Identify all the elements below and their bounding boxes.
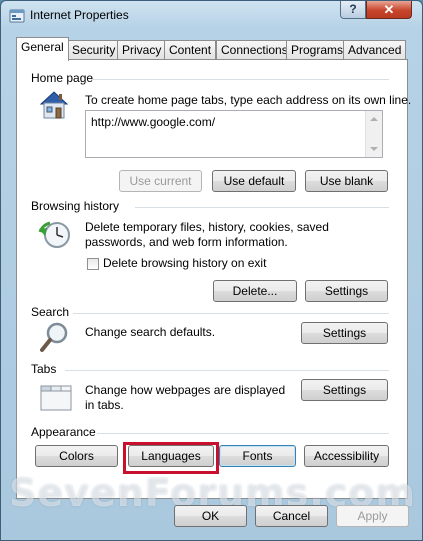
history-settings-button[interactable]: Settings [305, 280, 388, 302]
delete-history-button[interactable]: Delete... [213, 280, 297, 302]
home-page-heading: Home page [31, 71, 94, 85]
home-page-url-value: http://www.google.com/ [91, 115, 216, 129]
tab-security[interactable]: Security [67, 40, 121, 59]
ok-button[interactable]: OK [174, 505, 247, 527]
tabs-heading: Tabs [31, 362, 57, 376]
tab-privacy[interactable]: Privacy [117, 40, 167, 59]
cancel-button[interactable]: Cancel [255, 505, 328, 527]
title-bar[interactable]: Internet Properties ? ✕ [1, 1, 422, 31]
fonts-button[interactable]: Fonts [219, 445, 296, 467]
internet-properties-dialog: Internet Properties ? ✕ General Security… [0, 0, 423, 541]
tabs-description: Change how webpages are displayed in tab… [85, 383, 286, 412]
scroll-down-icon[interactable] [370, 147, 378, 151]
colors-button[interactable]: Colors [35, 445, 118, 467]
search-magnifier-icon [39, 320, 71, 354]
tab-content[interactable]: Content [164, 40, 217, 59]
delete-history-on-exit-label[interactable]: Delete browsing history on exit [103, 256, 266, 271]
tabs-separator [65, 370, 389, 371]
browsing-history-separator [135, 207, 389, 208]
window-title: Internet Properties [30, 8, 129, 22]
help-button[interactable]: ? [340, 1, 366, 19]
tab-advanced[interactable]: Advanced [343, 40, 407, 59]
home-page-description: To create home page tabs, type each addr… [85, 93, 412, 107]
history-clock-icon [38, 218, 72, 252]
home-icon [37, 88, 71, 122]
tabs-window-icon [39, 380, 73, 414]
search-separator [73, 313, 389, 314]
ie-app-icon [9, 8, 25, 24]
tab-connections[interactable]: Connections [216, 40, 293, 59]
appearance-heading: Appearance [31, 425, 96, 439]
use-blank-button[interactable]: Use blank [305, 170, 388, 192]
tabs-settings-button[interactable]: Settings [301, 379, 388, 401]
search-heading: Search [31, 305, 70, 319]
url-scrollbar[interactable] [365, 111, 382, 157]
accessibility-button[interactable]: Accessibility [304, 445, 389, 467]
browsing-history-description: Delete temporary files, history, cookies… [85, 220, 329, 249]
browsing-history-heading: Browsing history [31, 199, 120, 213]
appearance-separator [97, 433, 389, 434]
scroll-up-icon[interactable] [370, 117, 378, 121]
search-description: Change search defaults. [85, 325, 216, 339]
tab-programs[interactable]: Programs [286, 40, 349, 59]
apply-button[interactable]: Apply [336, 505, 409, 527]
delete-history-on-exit-checkbox[interactable] [87, 258, 99, 270]
use-current-button[interactable]: Use current [119, 170, 202, 192]
close-button[interactable]: ✕ [366, 1, 412, 19]
tab-general[interactable]: General [16, 37, 69, 61]
use-default-button[interactable]: Use default [212, 170, 296, 192]
home-page-separator [91, 79, 389, 80]
search-settings-button[interactable]: Settings [301, 322, 388, 344]
languages-highlight-box [123, 442, 219, 474]
home-page-url-field[interactable]: http://www.google.com/ [85, 110, 383, 158]
general-tab-panel: Home page To create home page tabs, type… [16, 59, 412, 499]
